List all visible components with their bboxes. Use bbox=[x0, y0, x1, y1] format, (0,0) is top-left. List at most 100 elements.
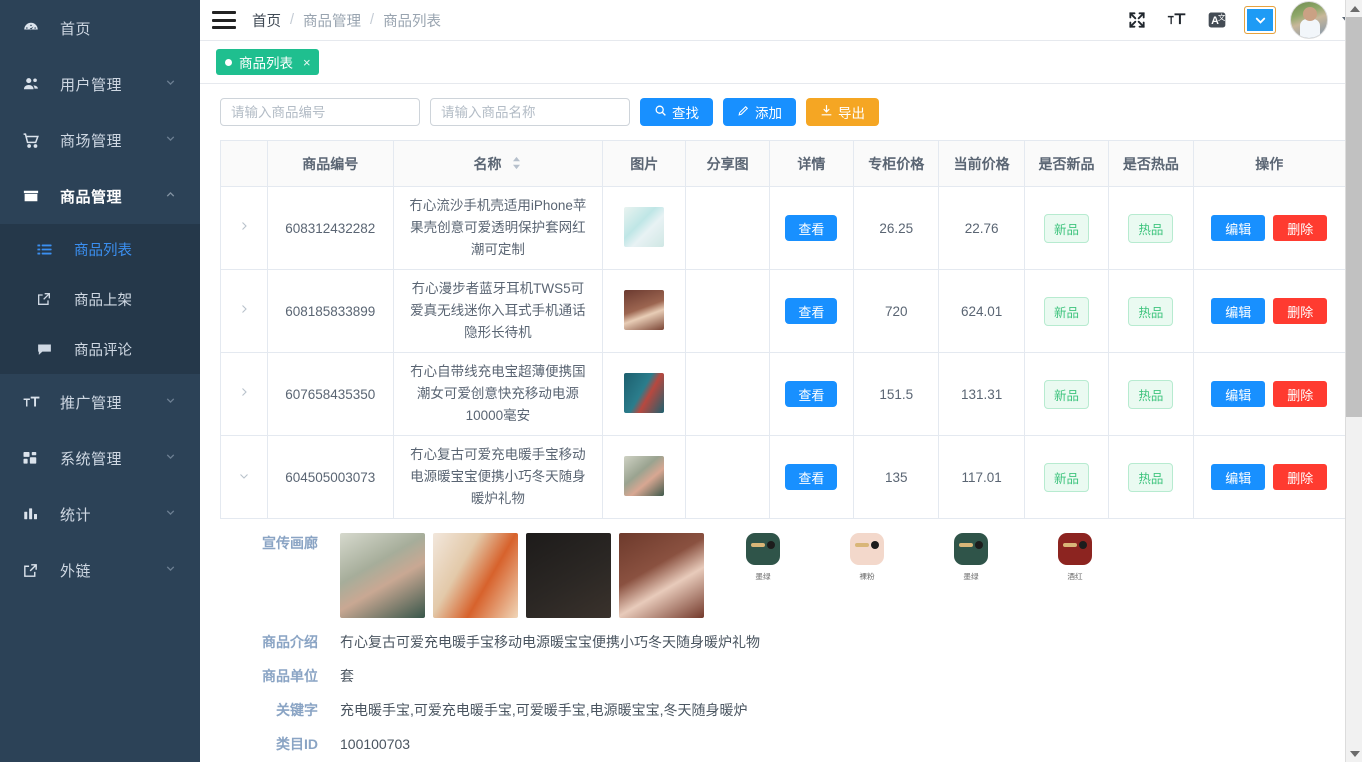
delete-button[interactable]: 删除 bbox=[1273, 215, 1327, 241]
chevron-down-icon bbox=[164, 506, 178, 523]
sidebar-item-user-management[interactable]: 用户管理 bbox=[0, 56, 200, 112]
sidebar-item-product-management[interactable]: 商品管理 bbox=[0, 168, 200, 224]
download-icon bbox=[820, 104, 833, 120]
tab-product-list[interactable]: 商品列表 × bbox=[216, 49, 319, 75]
chevron-right-icon[interactable] bbox=[238, 385, 250, 403]
translate-icon[interactable]: A文 bbox=[1204, 7, 1230, 33]
fullscreen-icon[interactable] bbox=[1124, 7, 1150, 33]
status-badge-new: 新品 bbox=[1044, 297, 1089, 326]
vertical-scrollbar[interactable] bbox=[1345, 0, 1362, 762]
status-badge-hot: 热品 bbox=[1128, 214, 1173, 243]
color-variant[interactable]: 墨绿 bbox=[718, 533, 808, 582]
product-name-input[interactable] bbox=[430, 98, 630, 126]
search-button[interactable]: 查找 bbox=[640, 98, 713, 126]
sidebar-item-statistics[interactable]: 统计 bbox=[0, 486, 200, 542]
sidebar-item-promotion-management[interactable]: 推广管理 bbox=[0, 374, 200, 430]
hamburger-icon[interactable] bbox=[212, 11, 236, 29]
cell-actions: 编辑 删除 bbox=[1193, 353, 1346, 436]
expand-cell[interactable] bbox=[221, 353, 268, 436]
sidebar-item-mall-management[interactable]: 商场管理 bbox=[0, 112, 200, 168]
add-button[interactable]: 添加 bbox=[723, 98, 796, 126]
product-code-input[interactable] bbox=[220, 98, 420, 126]
chevron-down-icon bbox=[164, 394, 178, 411]
export-button[interactable]: 导出 bbox=[806, 98, 879, 126]
font-size-icon[interactable] bbox=[1164, 7, 1190, 33]
product-thumbnail[interactable] bbox=[624, 207, 664, 247]
tab-active-dot bbox=[225, 59, 232, 66]
breadcrumb-item-product-management[interactable]: 商品管理 bbox=[303, 10, 361, 31]
chevron-down-icon[interactable] bbox=[237, 469, 251, 486]
gallery-image[interactable] bbox=[619, 533, 704, 618]
sidebar-item-product-comments[interactable]: 商品评论 bbox=[0, 324, 200, 374]
text-format-icon bbox=[22, 393, 48, 412]
color-variant[interactable]: 墨绿 bbox=[926, 533, 1016, 582]
sidebar-item-product-list[interactable]: 商品列表 bbox=[0, 224, 200, 274]
sidebar-item-label: 推广管理 bbox=[48, 392, 164, 413]
th-current-price: 当前价格 bbox=[939, 141, 1024, 187]
sidebar-item-home[interactable]: 首页 bbox=[0, 0, 200, 56]
breadcrumb: 首页 / 商品管理 / 商品列表 bbox=[252, 10, 441, 31]
expand-cell[interactable] bbox=[221, 436, 268, 519]
cell-code: 607658435350 bbox=[267, 353, 393, 436]
sort-icon[interactable] bbox=[511, 156, 522, 173]
view-detail-button[interactable]: 查看 bbox=[785, 381, 837, 407]
cell-detail: 查看 bbox=[769, 436, 853, 519]
sidebar-item-external-links[interactable]: 外链 bbox=[0, 542, 200, 598]
view-detail-button[interactable]: 查看 bbox=[785, 464, 837, 490]
cell-actions: 编辑 删除 bbox=[1193, 270, 1346, 353]
scrollbar-thumb[interactable] bbox=[1346, 17, 1362, 417]
table-body: 608312432282 冇心流沙手机壳适用iPhone苹果壳创意可爱透明保护套… bbox=[221, 187, 1346, 519]
close-icon[interactable]: × bbox=[303, 55, 311, 70]
dashboard-icon bbox=[22, 19, 48, 37]
chevron-right-icon[interactable] bbox=[238, 219, 250, 237]
list-icon bbox=[36, 241, 60, 258]
cell-current-price: 117.01 bbox=[939, 436, 1024, 519]
gallery-image[interactable] bbox=[433, 533, 518, 618]
breadcrumb-item-home[interactable]: 首页 bbox=[252, 10, 281, 31]
expand-cell[interactable] bbox=[221, 187, 268, 270]
delete-button[interactable]: 删除 bbox=[1273, 381, 1327, 407]
search-button-label: 查找 bbox=[672, 102, 699, 122]
detail-row-category-id: 类目ID 100100703 bbox=[220, 734, 1346, 754]
product-thumbnail[interactable] bbox=[624, 290, 664, 330]
add-button-label: 添加 bbox=[755, 102, 782, 122]
sidebar-item-label: 首页 bbox=[48, 18, 178, 39]
sidebar-item-product-listing[interactable]: 商品上架 bbox=[0, 274, 200, 324]
view-detail-button[interactable]: 查看 bbox=[785, 215, 837, 241]
sidebar-item-system-management[interactable]: 系统管理 bbox=[0, 430, 200, 486]
edit-button[interactable]: 编辑 bbox=[1211, 298, 1265, 324]
view-detail-button[interactable]: 查看 bbox=[785, 298, 837, 324]
sidebar-subitem-label: 商品评论 bbox=[60, 339, 132, 360]
product-name-text: 冇心漫步者蓝牙耳机TWS5可爱真无线迷你入耳式手机通话隐形长待机 bbox=[400, 278, 596, 344]
breadcrumb-separator: / bbox=[290, 12, 294, 28]
gallery-image[interactable] bbox=[340, 533, 425, 618]
scroll-down-arrow[interactable] bbox=[1346, 745, 1362, 762]
breadcrumb-item-product-list[interactable]: 商品列表 bbox=[383, 10, 441, 31]
delete-button[interactable]: 删除 bbox=[1273, 298, 1327, 324]
cell-image bbox=[603, 270, 686, 353]
scroll-up-arrow[interactable] bbox=[1346, 0, 1362, 17]
gallery-image[interactable] bbox=[526, 533, 611, 618]
color-variant-label: 裸粉 bbox=[859, 571, 874, 581]
avatar[interactable] bbox=[1290, 1, 1328, 39]
chevron-right-icon[interactable] bbox=[238, 302, 250, 320]
color-variant[interactable]: 酒红 bbox=[1030, 533, 1120, 582]
cell-share-image bbox=[686, 436, 769, 519]
expanded-detail-panel: 宣传画廊 墨绿 bbox=[220, 519, 1346, 762]
detail-row-keywords: 关键字 充电暖手宝,可爱充电暖手宝,可爱暖手宝,电源暖宝宝,冬天随身暖炉 bbox=[220, 700, 1346, 720]
status-badge-hot: 热品 bbox=[1128, 380, 1173, 409]
header-dropdown-button[interactable] bbox=[1244, 6, 1276, 34]
product-thumbnail[interactable] bbox=[624, 456, 664, 496]
edit-button[interactable]: 编辑 bbox=[1211, 215, 1265, 241]
edit-button[interactable]: 编辑 bbox=[1211, 381, 1265, 407]
sidebar-submenu-product: 商品列表 商品上架 商品评论 bbox=[0, 224, 200, 374]
expand-cell[interactable] bbox=[221, 270, 268, 353]
th-name[interactable]: 名称 bbox=[393, 141, 602, 187]
product-thumbnail[interactable] bbox=[624, 373, 664, 413]
cell-detail: 查看 bbox=[769, 270, 853, 353]
color-variant[interactable]: 裸粉 bbox=[822, 533, 912, 582]
edit-button[interactable]: 编辑 bbox=[1211, 464, 1265, 490]
cell-counter-price: 720 bbox=[854, 270, 939, 353]
table-row: 608312432282 冇心流沙手机壳适用iPhone苹果壳创意可爱透明保护套… bbox=[221, 187, 1346, 270]
delete-button[interactable]: 删除 bbox=[1273, 464, 1327, 490]
